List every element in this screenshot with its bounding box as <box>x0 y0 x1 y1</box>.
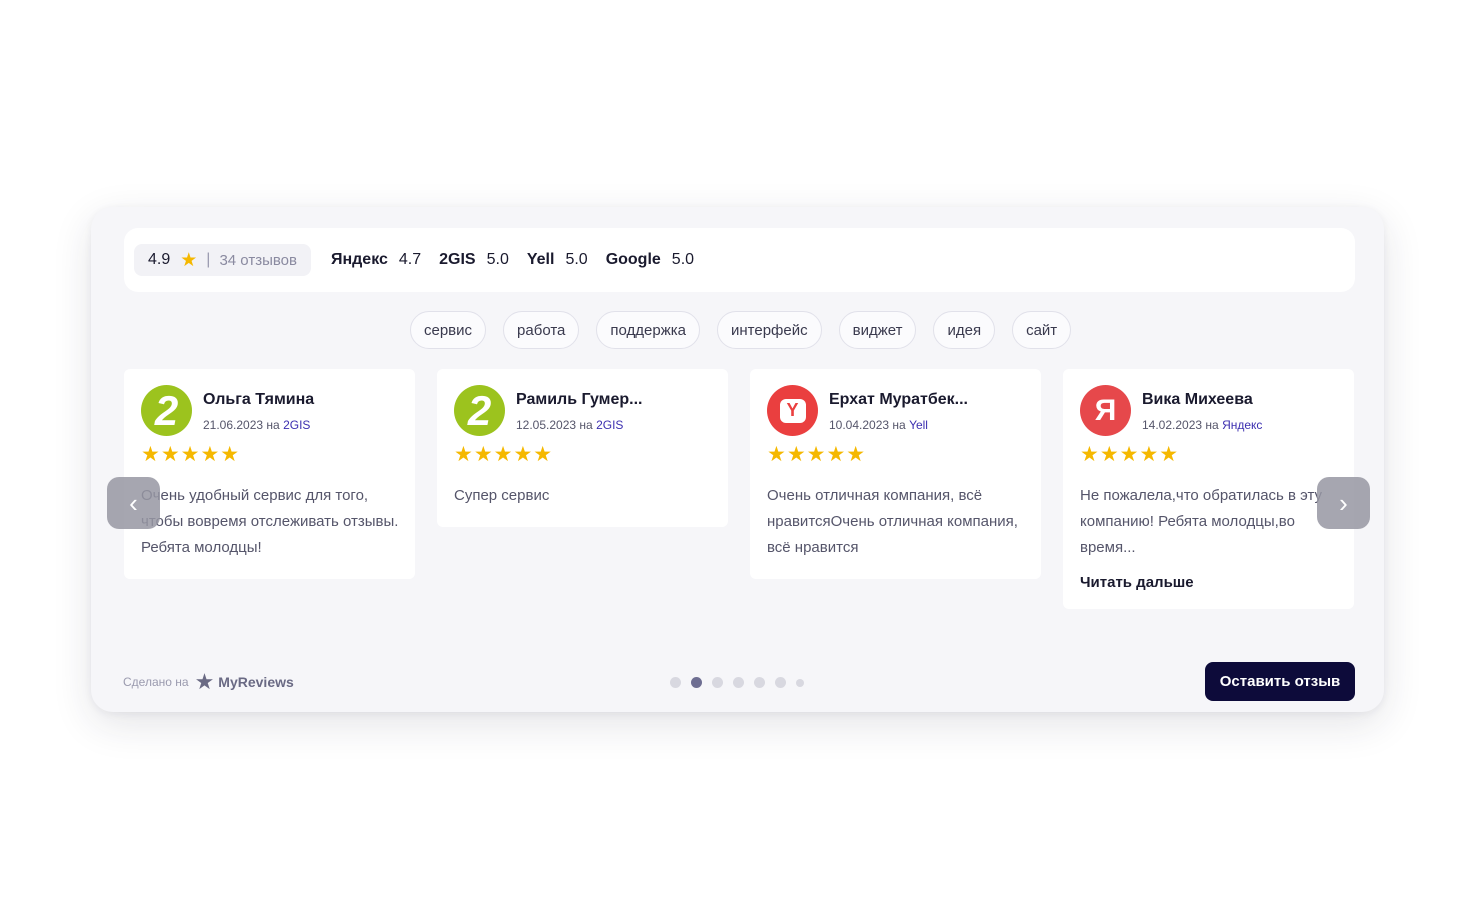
prev-arrow-button[interactable]: ‹ <box>107 477 160 529</box>
reviewer-name: Ольга Тямина <box>203 391 315 408</box>
review-date: 12.05.2023 на 2GIS <box>516 418 642 432</box>
pagination-dot[interactable] <box>670 677 681 688</box>
rating-summary-bar: 4.9 ★ | 34 отзывов Яндекс 4.7 2GIS 5.0 Y… <box>124 228 1355 292</box>
platform-name: Google <box>605 251 661 268</box>
review-card: Y Ерхат Муратбек... 10.04.2023 на Yell ★… <box>750 369 1041 579</box>
pagination-dot[interactable] <box>796 678 804 687</box>
date-value: 12.05.2023 <box>516 418 577 432</box>
pagination-dot[interactable] <box>712 677 723 688</box>
chevron-left-icon: ‹ <box>129 487 138 518</box>
reviewer-name: Вика Михеева <box>1142 391 1253 408</box>
avatar-glyph: 2 <box>154 386 179 434</box>
pagination-dot[interactable] <box>754 677 765 688</box>
made-on-label: Сделано на <box>123 675 189 689</box>
yell-logo-icon: Y <box>767 385 818 436</box>
date-value: 21.06.2023 <box>203 418 264 432</box>
rating-stars: ★★★★★ <box>141 443 241 466</box>
brand-name: MyReviews <box>218 674 294 690</box>
read-more-link[interactable]: Читать дальше <box>1080 574 1338 591</box>
chevron-right-icon: › <box>1339 487 1348 518</box>
tag-filters: сервис работа поддержка интерфейс виджет… <box>410 311 1072 349</box>
platform-rating-google[interactable]: Google 5.0 <box>606 251 694 269</box>
review-text: Не пожалела,что обратилась в эту компани… <box>1080 487 1323 556</box>
platform-rating-value: 4.7 <box>398 251 422 268</box>
total-rating-value: 4.9 <box>148 251 171 268</box>
2gis-logo-icon: 2 <box>454 385 505 436</box>
review-date: 10.04.2023 на Yell <box>829 418 968 432</box>
review-source-link[interactable]: 2GIS <box>596 418 623 432</box>
pagination-dots <box>670 677 804 688</box>
leave-review-button[interactable]: Оставить отзыв <box>1205 662 1355 701</box>
2gis-logo-icon: 2 <box>141 385 192 436</box>
date-value: 14.02.2023 <box>1142 418 1203 432</box>
platform-name: Яндекс <box>330 251 388 268</box>
tag-support[interactable]: поддержка <box>596 311 700 349</box>
rating-stars: ★★★★★ <box>1080 443 1180 466</box>
date-value: 10.04.2023 <box>829 418 890 432</box>
next-arrow-button[interactable]: › <box>1317 477 1370 529</box>
date-on: на <box>1205 418 1219 432</box>
avatar-glyph: 2 <box>467 386 492 434</box>
date-on: на <box>892 418 906 432</box>
date-on: на <box>266 418 280 432</box>
review-text: Супер сервис <box>454 487 550 504</box>
review-card: 2 Рамиль Гумер... 12.05.2023 на 2GIS ★★★… <box>437 369 728 527</box>
tag-idea[interactable]: идея <box>933 311 996 349</box>
review-date: 14.02.2023 на Яндекс <box>1142 418 1262 432</box>
yell-glyph: Y <box>779 398 806 423</box>
review-source-link[interactable]: 2GIS <box>283 418 310 432</box>
reviewer-name: Рамиль Гумер... <box>516 391 643 408</box>
yandex-logo-icon: Я <box>1080 385 1131 436</box>
tag-service[interactable]: сервис <box>410 311 487 349</box>
date-on: на <box>579 418 593 432</box>
review-text: Очень отличная компания, всё нравитсяОче… <box>767 487 1018 556</box>
review-card: 2 Ольга Тямина 21.06.2023 на 2GIS ★★★★★ … <box>124 369 415 579</box>
platform-rating-value: 5.0 <box>565 251 588 268</box>
reviews-count: 34 отзывов <box>219 251 297 269</box>
separator: | <box>206 251 211 268</box>
platform-name: 2GIS <box>439 251 476 268</box>
platform-rating-2gis[interactable]: 2GIS 5.0 <box>439 251 509 269</box>
total-rating: 4.9 ★ | 34 отзывов <box>134 244 311 276</box>
myreviews-star-icon: ★ <box>194 669 215 694</box>
tag-site[interactable]: сайт <box>1012 311 1072 349</box>
review-source-link[interactable]: Yell <box>909 418 928 432</box>
review-card: Я Вика Михеева 14.02.2023 на Яндекс ★★★★… <box>1063 369 1354 609</box>
made-with-credit[interactable]: Сделано на ★ MyReviews <box>123 669 294 695</box>
pagination-dot-active[interactable] <box>691 677 702 688</box>
platform-rating-value: 5.0 <box>671 251 695 268</box>
avatar-glyph: Я <box>1094 393 1117 427</box>
pagination-dot[interactable] <box>733 677 744 688</box>
platform-rating-yell[interactable]: Yell 5.0 <box>527 251 588 269</box>
rating-stars: ★★★★★ <box>454 443 554 466</box>
review-source-link[interactable]: Яндекс <box>1222 418 1262 432</box>
pagination-dot[interactable] <box>775 677 786 688</box>
rating-stars: ★★★★★ <box>767 443 867 466</box>
platform-rating-yandex[interactable]: Яндекс 4.7 <box>331 251 421 269</box>
platform-name: Yell <box>526 251 555 268</box>
tag-widget[interactable]: виджет <box>838 311 917 349</box>
platform-rating-value: 5.0 <box>486 251 509 268</box>
reviewer-name: Ерхат Муратбек... <box>829 391 968 408</box>
tag-work[interactable]: работа <box>503 311 580 349</box>
review-date: 21.06.2023 на 2GIS <box>203 418 314 432</box>
star-icon: ★ <box>180 249 198 271</box>
tag-interface[interactable]: интерфейс <box>716 311 822 349</box>
review-text: Очень удобный сервис для того, чтобы вов… <box>141 487 399 556</box>
reviews-widget: 4.9 ★ | 34 отзывов Яндекс 4.7 2GIS 5.0 Y… <box>91 207 1384 712</box>
